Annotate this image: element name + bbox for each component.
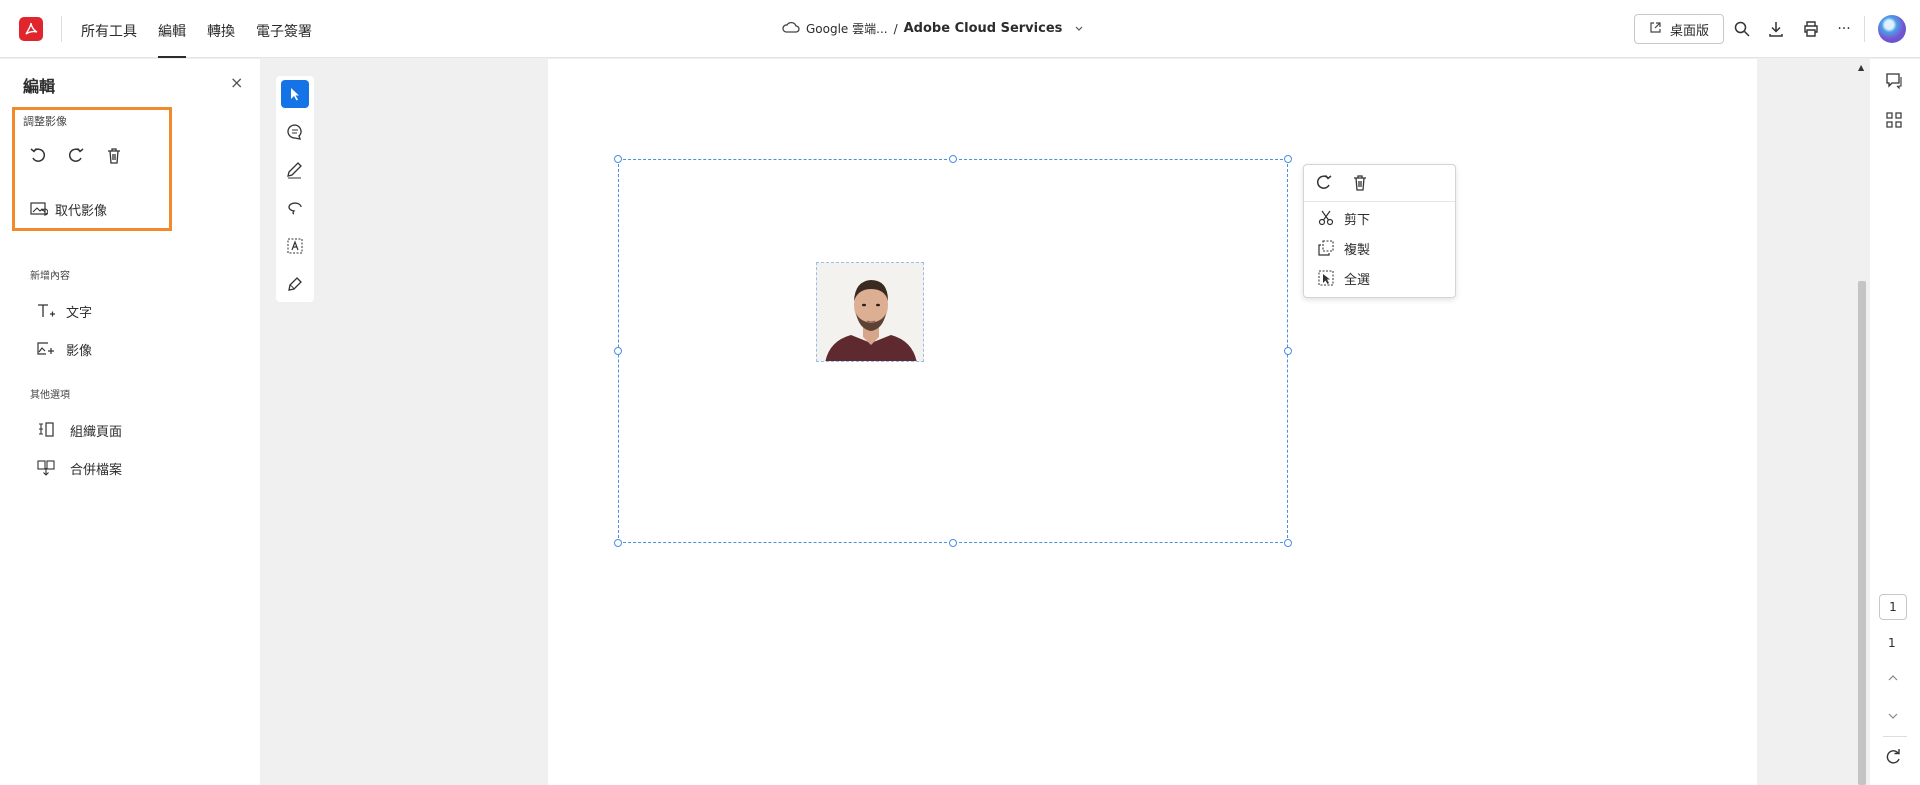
- replace-image-label: 取代影像: [55, 203, 108, 219]
- add-image-label: 影像: [66, 343, 93, 359]
- scroll-up-arrow-icon[interactable]: ▲: [1858, 63, 1864, 72]
- selection-box[interactable]: [618, 159, 1288, 543]
- avatar[interactable]: [1878, 15, 1906, 43]
- divider: [61, 16, 62, 42]
- menu-convert[interactable]: 轉換: [207, 21, 235, 41]
- menu-divider: [1304, 201, 1455, 202]
- combine-files-label: 合併檔案: [70, 462, 123, 478]
- resize-handle[interactable]: [1284, 155, 1292, 163]
- resize-handle[interactable]: [949, 155, 957, 163]
- organize-pages-button[interactable]: 組織頁面: [36, 420, 122, 440]
- combine-files-button[interactable]: 合併檔案: [36, 458, 122, 478]
- divider: [1883, 736, 1907, 737]
- more-icon[interactable]: ···: [1833, 18, 1855, 40]
- other-options-label: 其他選項: [30, 390, 70, 401]
- add-content-label: 新增內容: [30, 271, 70, 282]
- select-all-icon: [1316, 268, 1336, 288]
- cut-label: 剪下: [1344, 212, 1371, 228]
- cut-icon: [1316, 208, 1336, 228]
- trash-icon[interactable]: [1350, 173, 1370, 193]
- resize-handle[interactable]: [614, 539, 622, 547]
- resize-handle[interactable]: [1284, 347, 1292, 355]
- page-total: 1: [1888, 636, 1896, 650]
- add-text-icon: [36, 301, 56, 321]
- portrait-image[interactable]: [816, 262, 924, 362]
- add-image-button[interactable]: 影像: [36, 339, 92, 359]
- menu-edit[interactable]: 編輯: [158, 21, 186, 58]
- pen-icon[interactable]: [281, 156, 309, 184]
- close-icon[interactable]: ×: [230, 73, 243, 92]
- trash-icon[interactable]: [104, 146, 124, 166]
- breadcrumb-separator: /: [893, 21, 898, 36]
- add-image-icon: [36, 339, 56, 359]
- context-menu: 剪下 複製 全選: [1303, 164, 1456, 298]
- sign-icon[interactable]: [281, 270, 309, 298]
- resize-handle[interactable]: [614, 155, 622, 163]
- search-icon[interactable]: [1731, 18, 1753, 40]
- add-text-label: 文字: [66, 305, 93, 321]
- replace-image-button[interactable]: 取代影像: [29, 199, 107, 219]
- comment-icon[interactable]: [281, 118, 309, 146]
- open-external-icon: [1649, 21, 1662, 38]
- scrollbar-thumb[interactable]: [1858, 281, 1866, 785]
- lasso-icon[interactable]: [281, 194, 309, 222]
- cloud-icon: [782, 20, 800, 37]
- resize-handle[interactable]: [614, 347, 622, 355]
- select-all-label: 全選: [1344, 272, 1371, 288]
- menu-e-sign[interactable]: 電子簽署: [256, 21, 312, 41]
- breadcrumb: Google 雲端... / Adobe Cloud Services: [782, 20, 1084, 37]
- panel-title: 編輯: [23, 77, 56, 96]
- copy-menu-item[interactable]: 複製: [1316, 238, 1370, 258]
- replace-image-icon: [29, 199, 49, 219]
- select-all-menu-item[interactable]: 全選: [1316, 268, 1370, 288]
- copy-label: 複製: [1344, 242, 1371, 258]
- text-select-icon[interactable]: [281, 232, 309, 260]
- menu-all-tools[interactable]: 所有工具: [81, 21, 137, 41]
- thumbnails-icon[interactable]: [1886, 112, 1902, 132]
- desktop-version-button[interactable]: 桌面版: [1634, 14, 1724, 44]
- combine-files-icon: [36, 458, 56, 478]
- page-number-input[interactable]: 1: [1879, 594, 1907, 620]
- divider: [1864, 16, 1865, 42]
- rotate-right-icon[interactable]: [66, 146, 86, 166]
- resize-handle[interactable]: [1284, 539, 1292, 547]
- desktop-version-label: 桌面版: [1669, 23, 1709, 39]
- copy-icon: [1316, 238, 1336, 258]
- edit-panel: 編輯 × 調整影像 取代影像 新增內容 文字 影像 其他選項 組織頁面 合併檔案: [0, 59, 260, 785]
- chevron-down-icon[interactable]: [1074, 22, 1084, 36]
- acrobat-logo-icon[interactable]: [19, 17, 43, 41]
- document-title[interactable]: Adobe Cloud Services: [904, 21, 1063, 36]
- adjust-image-label: 調整影像: [23, 115, 67, 128]
- select-cursor-icon[interactable]: [281, 80, 309, 108]
- breadcrumb-folder[interactable]: Google 雲端...: [806, 20, 888, 37]
- vertical-scrollbar[interactable]: ▲: [1854, 59, 1870, 785]
- rotate-left-icon[interactable]: [28, 146, 48, 166]
- organize-pages-label: 組織頁面: [70, 424, 123, 440]
- download-icon[interactable]: [1765, 18, 1787, 40]
- organize-pages-icon: [36, 420, 56, 440]
- top-bar: 所有工具 編輯 轉換 電子簽署 Google 雲端... / Adobe Clo…: [0, 0, 1920, 58]
- print-icon[interactable]: [1800, 18, 1822, 40]
- comments-panel-icon[interactable]: [1885, 72, 1903, 94]
- resize-handle[interactable]: [949, 539, 957, 547]
- cut-menu-item[interactable]: 剪下: [1316, 208, 1370, 228]
- rotate-right-icon[interactable]: [1314, 173, 1334, 193]
- chevron-up-icon[interactable]: [1887, 668, 1899, 687]
- chevron-down-icon[interactable]: [1887, 706, 1899, 725]
- add-text-button[interactable]: 文字: [36, 301, 92, 321]
- quick-tools-bar: [276, 76, 314, 302]
- refresh-icon[interactable]: [1884, 748, 1902, 770]
